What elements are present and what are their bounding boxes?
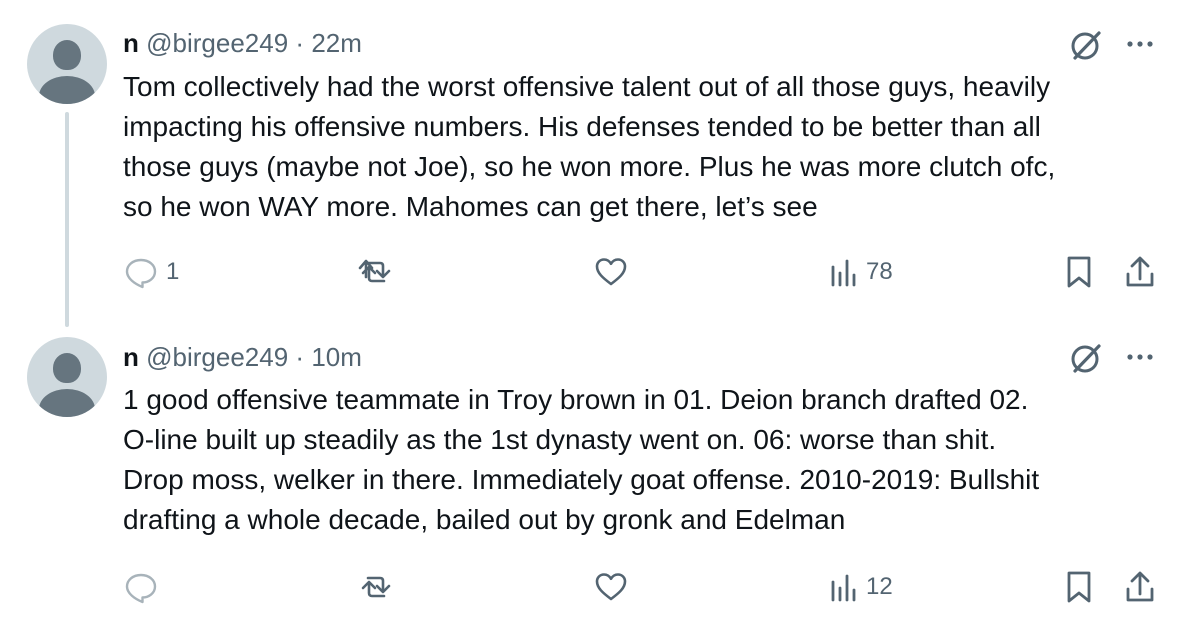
author-handle[interactable]: @birgee249 (146, 342, 288, 372)
bookmark-icon (1062, 567, 1096, 607)
like-button[interactable] (592, 250, 636, 294)
tweet-text: Tom collectively had the worst offensive… (123, 71, 1056, 222)
bookmark-button[interactable] (1062, 250, 1096, 294)
share-button[interactable] (1122, 250, 1158, 294)
like-button[interactable] (592, 565, 636, 609)
header-separator: · (295, 28, 305, 58)
reply-button[interactable]: 1 (122, 250, 179, 294)
avatar-head-shape (53, 353, 81, 383)
reply-button[interactable] (122, 565, 166, 609)
reply-icon (122, 568, 160, 606)
tweet-actions: 12 (0, 565, 1189, 609)
heart-icon (592, 568, 630, 606)
tweet[interactable]: n @birgee249 · 22m Tom collectively had … (0, 0, 1189, 318)
avatar[interactable] (27, 24, 107, 104)
tweet-text: 1 good offensive teammate in Troy brown … (123, 384, 1040, 535)
author-name[interactable]: n (123, 28, 139, 58)
grok-icon[interactable] (1068, 27, 1104, 63)
retweet-icon (356, 252, 396, 292)
avatar-shoulders-shape (39, 389, 95, 417)
tweet-timestamp[interactable]: 10m (311, 342, 362, 372)
more-icon[interactable] (1122, 29, 1158, 59)
views-icon (828, 253, 860, 291)
tweet-header: n @birgee249 · 10m (123, 340, 362, 374)
views-button[interactable]: 12 (828, 565, 893, 609)
view-count: 78 (866, 258, 893, 285)
views-button[interactable]: 78 (828, 250, 893, 294)
share-button[interactable] (1122, 565, 1158, 609)
share-icon (1122, 252, 1158, 292)
tweet-header: n @birgee249 · 22m (123, 26, 362, 60)
avatar[interactable] (27, 337, 107, 417)
heart-icon (592, 253, 630, 291)
view-count: 12 (866, 573, 893, 600)
retweet-icon (356, 567, 396, 607)
reply-icon (122, 253, 160, 291)
share-icon (1122, 567, 1158, 607)
author-handle[interactable]: @birgee249 (146, 28, 288, 58)
reply-count: 1 (166, 258, 180, 285)
avatar-head-shape (53, 40, 81, 70)
more-icon[interactable] (1122, 342, 1158, 372)
tweet[interactable]: n @birgee249 · 10m 1 good offensive team… (0, 318, 1189, 628)
tweet-timestamp[interactable]: 22m (311, 28, 362, 58)
avatar-shoulders-shape (39, 76, 95, 104)
tweet-actions: 1 78 (0, 250, 1189, 294)
author-name[interactable]: n (123, 342, 139, 372)
retweet-button[interactable] (356, 565, 402, 609)
header-separator: · (295, 342, 305, 372)
grok-icon[interactable] (1068, 340, 1104, 376)
bookmark-icon (1062, 252, 1096, 292)
retweet-button[interactable] (356, 250, 402, 294)
views-icon (828, 568, 860, 606)
bookmark-button[interactable] (1062, 565, 1096, 609)
